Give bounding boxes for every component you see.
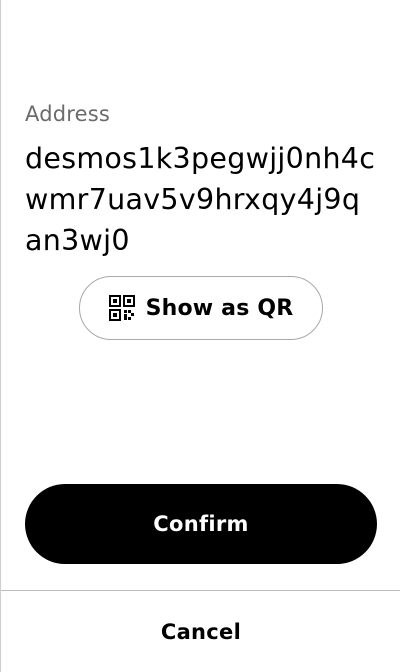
address-label: Address <box>25 102 111 126</box>
address-value: desmos1k3pegwjj0nh4cwmr7uav5v9hrxqy4j9qa… <box>25 142 376 257</box>
qr-code-icon <box>108 295 135 321</box>
cancel-button[interactable]: Cancel <box>1 591 400 672</box>
address-confirm-screen: Address desmos1k3pegwjj0nh4cwmr7uav5v9hr… <box>0 0 400 672</box>
confirm-button[interactable]: Confirm <box>25 484 377 564</box>
show-as-qr-label: Show as QR <box>145 295 294 321</box>
show-as-qr-button[interactable]: Show as QR <box>79 276 323 340</box>
